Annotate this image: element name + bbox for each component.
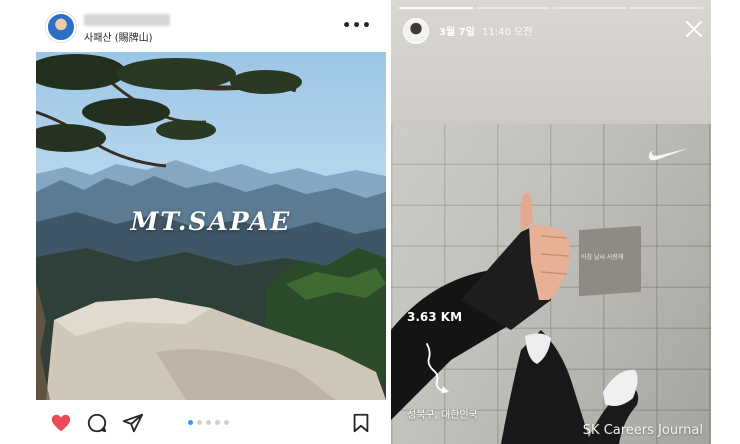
- carousel-dot: [215, 420, 220, 425]
- story-time: 11:40 오전: [482, 27, 533, 38]
- carousel-dot: [224, 420, 229, 425]
- carousel-dot: [197, 420, 202, 425]
- post-location[interactable]: 사패산 (賜牌山): [84, 29, 153, 44]
- post-photo[interactable]: MT.SAPAE: [36, 52, 386, 400]
- author-avatar[interactable]: [46, 12, 76, 42]
- post-header: 사패산 (賜牌山) •••: [36, 6, 386, 48]
- screenshot-canvas: 사패산 (賜牌山) ••• MT.SAPAE 아침 날씨 사랑해 3월 7일 1…: [0, 0, 740, 444]
- route-icon: [426, 343, 449, 393]
- heart-icon[interactable]: [50, 412, 72, 434]
- author-username-redacted[interactable]: [84, 14, 170, 26]
- close-icon[interactable]: [685, 20, 703, 38]
- bookmark-icon[interactable]: [350, 412, 372, 434]
- comment-icon[interactable]: [86, 412, 108, 434]
- story-author-avatar[interactable]: [403, 18, 429, 44]
- source-watermark: SK Careers Journal: [582, 423, 703, 438]
- story-place: 성북구, 대한민국: [407, 410, 478, 421]
- story-progress-bar: [399, 7, 703, 9]
- feed-post: 사패산 (賜牌山) ••• MT.SAPAE: [36, 0, 386, 444]
- post-actions-bar: [36, 402, 386, 444]
- send-icon[interactable]: [122, 412, 144, 434]
- story-progress-segment: [552, 7, 627, 9]
- carousel-indicator: [188, 420, 229, 425]
- story-progress-segment: [475, 7, 550, 9]
- carousel-dot: [188, 420, 193, 425]
- story-progress-segment: [629, 7, 703, 9]
- carousel-dot: [206, 420, 211, 425]
- story-date: 3월 7일: [439, 27, 475, 38]
- route-distance: 3.63 KM: [407, 310, 463, 324]
- photo-overlay-title: MT.SAPAE: [130, 207, 292, 236]
- story-progress-segment: [399, 7, 473, 9]
- more-horizontal-icon[interactable]: •••: [342, 18, 372, 34]
- story-view[interactable]: 아침 날씨 사랑해 3월 7일 11:40 오전 3.63 KM 성북구, 대한…: [391, 0, 711, 444]
